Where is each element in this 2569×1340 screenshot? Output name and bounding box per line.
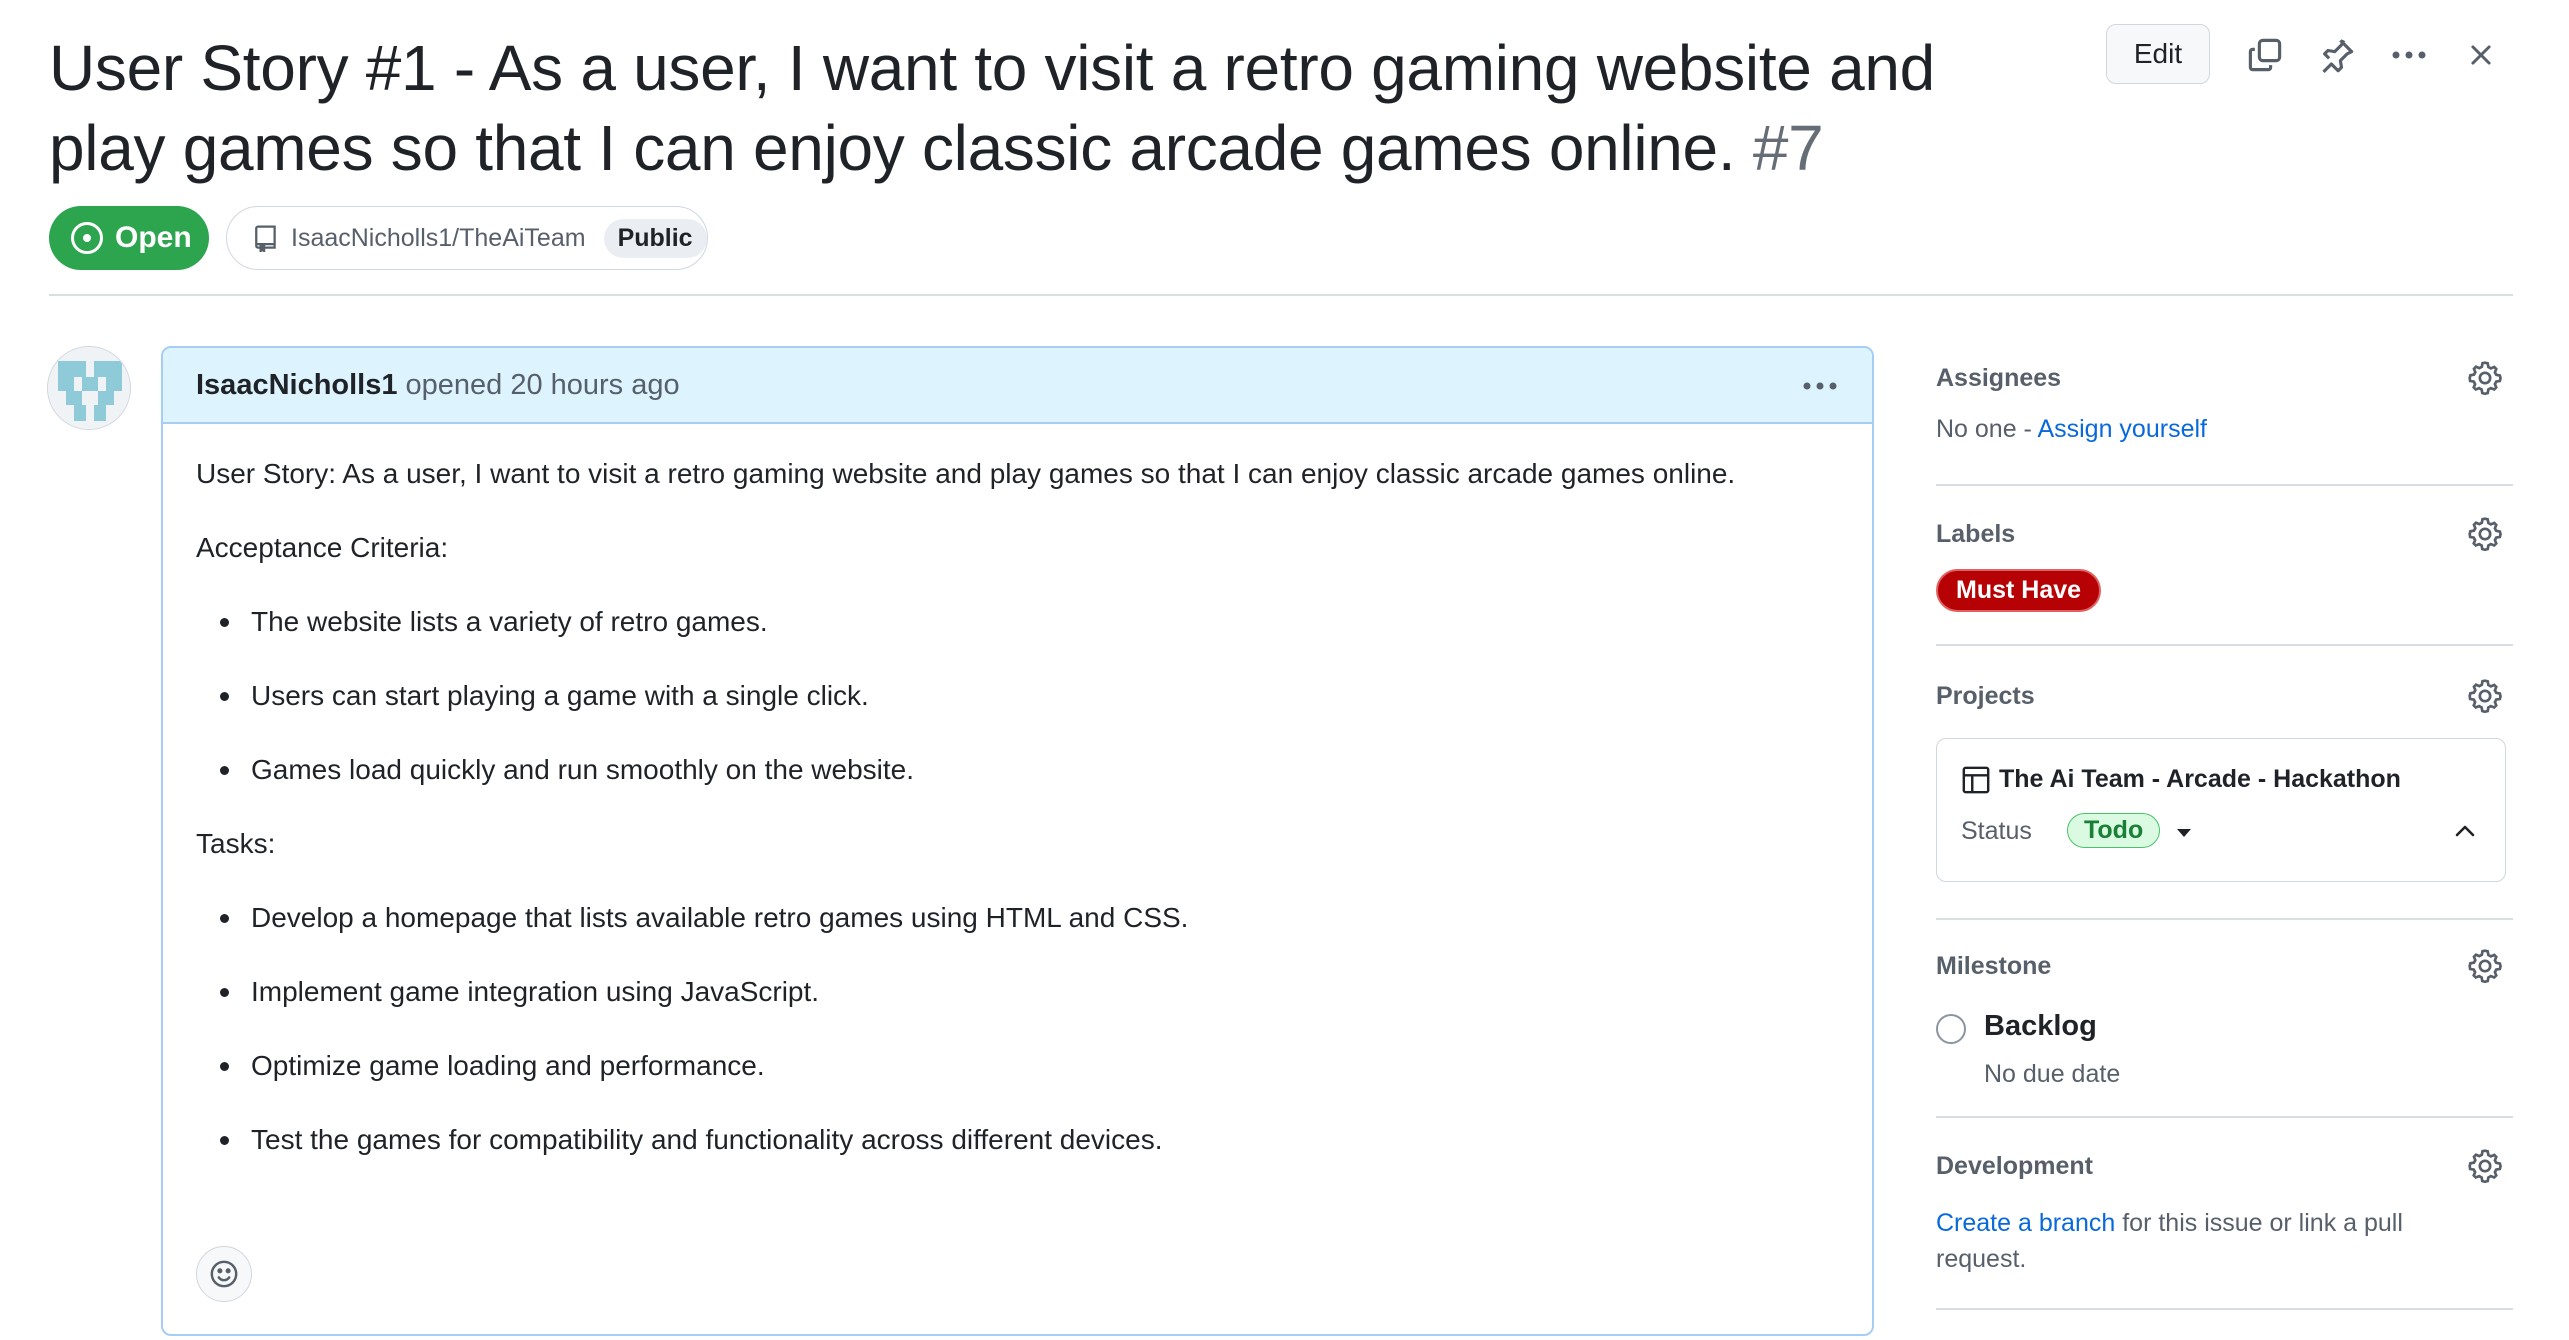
comment-more-icon[interactable] bbox=[1798, 368, 1842, 404]
gear-icon[interactable] bbox=[2467, 1148, 2503, 1184]
development-title: Development bbox=[1936, 1152, 2093, 1180]
labels-list: Must Have bbox=[1936, 569, 2513, 612]
project-status-value[interactable]: Todo bbox=[2067, 813, 2161, 848]
labels-title: Labels bbox=[1936, 520, 2016, 548]
comment-header: IsaacNicholls1 opened 20 hours ago bbox=[163, 348, 1872, 424]
issue-comment: IsaacNicholls1 opened 20 hours ago User … bbox=[161, 346, 1874, 1336]
assign-yourself-link[interactable]: Assign yourself bbox=[2037, 415, 2207, 443]
smiley-icon bbox=[210, 1260, 238, 1288]
development-section: Development Create a branch for this iss… bbox=[1936, 1149, 2513, 1277]
milestone-due: No due date bbox=[1984, 1060, 2121, 1088]
comment-intro: User Story: As a user, I want to visit a… bbox=[196, 458, 1736, 489]
comment-meta[interactable]: opened 20 hours ago bbox=[406, 369, 680, 402]
assignees-title: Assignees bbox=[1936, 364, 2062, 392]
issue-state-badge: Open bbox=[49, 206, 209, 270]
issue-opened-icon bbox=[71, 222, 103, 254]
development-text: Create a branch for this issue or link a… bbox=[1936, 1205, 2456, 1277]
repo-icon bbox=[255, 225, 276, 252]
header-divider bbox=[49, 294, 2513, 296]
issue-state-label: Open bbox=[115, 221, 192, 254]
list-item: Develop a homepage that lists available … bbox=[218, 898, 1839, 938]
table-icon bbox=[1962, 766, 1990, 794]
projects-section: Projects The Ai Team - Arcade - Hackatho… bbox=[1936, 679, 2513, 882]
gear-icon[interactable] bbox=[2467, 360, 2503, 396]
create-branch-link[interactable]: Create a branch bbox=[1936, 1209, 2115, 1237]
project-status-label: Status bbox=[1961, 817, 2032, 845]
assignees-value: No one - Assign yourself bbox=[1936, 415, 2513, 444]
chevron-up-icon[interactable] bbox=[2453, 823, 2477, 839]
issue-number: #7 bbox=[1752, 112, 1824, 184]
sidebar-divider bbox=[1936, 484, 2513, 486]
tasks-heading: Tasks: bbox=[196, 828, 276, 859]
sidebar-divider bbox=[1936, 1308, 2513, 1310]
labels-section: Labels Must Have bbox=[1936, 517, 2513, 612]
list-item: Optimize game loading and performance. bbox=[218, 1046, 1839, 1086]
project-name[interactable]: The Ai Team - Arcade - Hackathon bbox=[1999, 765, 2401, 794]
list-item: Games load quickly and run smoothly on t… bbox=[218, 750, 1839, 790]
issue-title: User Story #1 - As a user, I want to vis… bbox=[49, 28, 2059, 188]
sidebar-divider bbox=[1936, 644, 2513, 646]
criteria-heading: Acceptance Criteria: bbox=[196, 532, 449, 563]
criteria-list: The website lists a variety of retro gam… bbox=[196, 602, 1839, 790]
close-icon[interactable] bbox=[2456, 30, 2506, 80]
copy-icon[interactable] bbox=[2240, 30, 2290, 80]
more-icon[interactable] bbox=[2384, 30, 2434, 80]
avatar[interactable] bbox=[47, 346, 131, 430]
gear-icon[interactable] bbox=[2467, 678, 2503, 714]
repo-name[interactable]: IsaacNicholls1/TheAiTeam bbox=[291, 224, 586, 253]
sidebar-divider bbox=[1936, 918, 2513, 920]
list-item: The website lists a variety of retro gam… bbox=[218, 602, 1839, 642]
project-card: The Ai Team - Arcade - Hackathon Status … bbox=[1936, 738, 2506, 882]
list-item: Test the games for compatibility and fun… bbox=[218, 1120, 1839, 1160]
milestone-title: Milestone bbox=[1936, 952, 2052, 980]
repo-pill[interactable]: IsaacNicholls1/TheAiTeam Public bbox=[226, 206, 708, 270]
edit-button[interactable]: Edit bbox=[2106, 24, 2210, 84]
tasks-list: Develop a homepage that lists available … bbox=[196, 898, 1839, 1160]
pin-icon[interactable] bbox=[2312, 30, 2362, 80]
sidebar-divider bbox=[1936, 1116, 2513, 1118]
visibility-badge: Public bbox=[603, 218, 707, 258]
projects-title: Projects bbox=[1936, 682, 2035, 710]
assignees-section: Assignees No one - Assign yourself bbox=[1936, 361, 2513, 444]
milestone-progress-icon bbox=[1936, 1014, 1966, 1044]
gear-icon[interactable] bbox=[2467, 948, 2503, 984]
label-must-have[interactable]: Must Have bbox=[1936, 569, 2102, 612]
list-item: Users can start playing a game with a si… bbox=[218, 676, 1839, 716]
issue-title-text: User Story #1 - As a user, I want to vis… bbox=[49, 32, 1935, 184]
add-reaction-button[interactable] bbox=[196, 1246, 252, 1302]
caret-down-icon[interactable] bbox=[2175, 827, 2193, 839]
comment-body: User Story: As a user, I want to visit a… bbox=[163, 424, 1872, 1160]
list-item: Implement game integration using JavaScr… bbox=[218, 972, 1839, 1012]
comment-author[interactable]: IsaacNicholls1 bbox=[196, 369, 398, 402]
milestone-name[interactable]: Backlog bbox=[1984, 1010, 2097, 1043]
assignees-none: No one - bbox=[1936, 415, 2038, 443]
milestone-section: Milestone Backlog No due date bbox=[1936, 949, 2513, 1088]
gear-icon[interactable] bbox=[2467, 516, 2503, 552]
